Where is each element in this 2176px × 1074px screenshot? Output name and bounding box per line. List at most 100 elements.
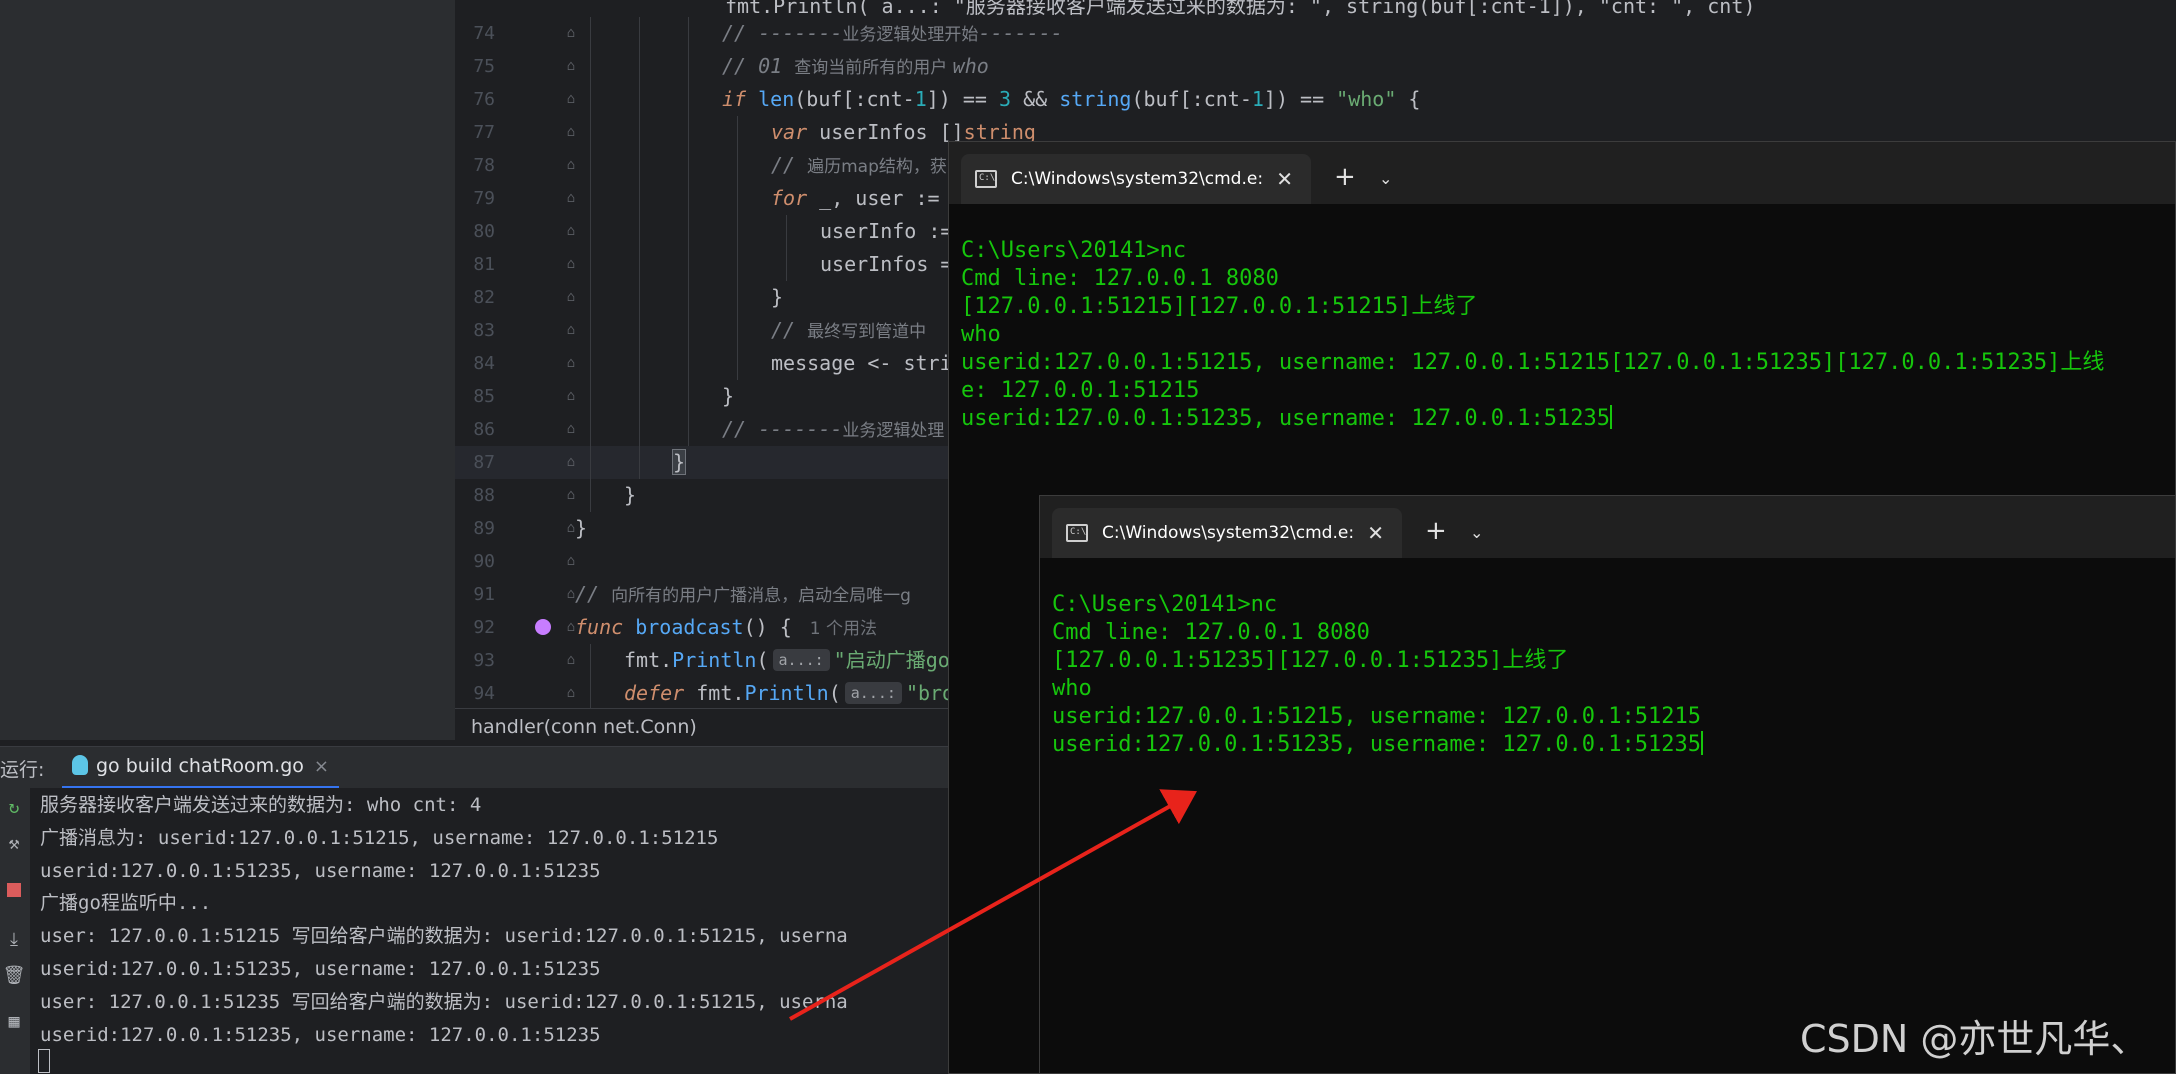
indent-guide (639, 314, 640, 347)
line-number: 90 (473, 551, 495, 572)
code-text: // -------业务逻辑处理开始------- (722, 21, 1063, 45)
stop-icon[interactable] (2, 878, 26, 902)
fold-icon[interactable]: ⌂ (564, 387, 578, 405)
indent-guide (737, 347, 738, 380)
indent-guide (639, 446, 640, 479)
code-text: } (722, 384, 735, 408)
code-text: userInfos = (820, 252, 953, 276)
indent-guide (688, 116, 689, 149)
line-number: 77 (473, 122, 495, 143)
code-line: 74 ⌂ // -------业务逻辑处理开始------- (455, 17, 2176, 50)
indent-guide (590, 116, 591, 149)
terminal-titlebar: C:\ C:\Windows\system32\cmd.e: ✕ + ⌄ (949, 142, 2175, 204)
layout-icon[interactable]: ▦ (2, 1010, 26, 1034)
implementation-icon[interactable] (535, 619, 551, 635)
fold-icon[interactable]: ⌂ (564, 255, 578, 273)
terminal-output[interactable]: C:\Users\20141>nc Cmd line: 127.0.0.1 808… (1040, 558, 2175, 1073)
fold-icon[interactable]: ⌂ (564, 156, 578, 174)
indent-guide (590, 314, 591, 347)
line-number: 92 (473, 617, 495, 638)
terminal-cursor (1701, 731, 1704, 755)
indent-guide (737, 116, 738, 149)
line-number: 91 (473, 584, 495, 605)
terminal-tab[interactable]: C:\ C:\Windows\system32\cmd.e: ✕ (961, 154, 1311, 204)
fold-icon[interactable]: ⌂ (564, 57, 578, 75)
close-tab-icon[interactable]: ✕ (1276, 154, 1293, 204)
terminal-line: C:\Users\20141>nc (961, 238, 1187, 263)
code-text: // 遍历map结构，获 (771, 153, 947, 177)
indent-guide (639, 347, 640, 380)
indent-guide (688, 413, 689, 446)
fold-icon[interactable]: ⌂ (564, 24, 578, 42)
indent-guide (590, 347, 591, 380)
indent-guide (590, 281, 591, 314)
indent-guide (688, 248, 689, 281)
line-number: 86 (473, 419, 495, 440)
terminal-line: who (961, 322, 1001, 347)
terminal-line: C:\Users\20141>nc (1052, 592, 1278, 617)
run-tab[interactable]: go build chatRoom.go × (62, 747, 339, 789)
terminal-line: who (1052, 676, 1092, 701)
indent-guide (639, 182, 640, 215)
indent-guide (590, 413, 591, 446)
fold-icon[interactable]: ⌂ (564, 420, 578, 438)
fold-icon[interactable]: ⌂ (564, 651, 578, 669)
fold-icon[interactable]: ⌂ (564, 552, 578, 570)
indent-guide (639, 215, 640, 248)
terminal-line: userid:127.0.0.1:51235, username: 127.0.… (1052, 731, 1704, 757)
fold-icon[interactable]: ⌂ (564, 222, 578, 240)
indent-guide (590, 248, 591, 281)
line-number: 79 (473, 188, 495, 209)
line-number: 82 (473, 287, 495, 308)
fold-icon[interactable]: ⌂ (564, 90, 578, 108)
indent-guide (737, 281, 738, 314)
scroll-to-end-icon[interactable]: ⤓ (2, 928, 26, 952)
console-line: 服务器接收客户端发送过来的数据为: who cnt: 4 (40, 794, 482, 816)
line-number: 80 (473, 221, 495, 242)
code-text: userInfo := (820, 219, 953, 243)
fold-icon[interactable]: ⌂ (564, 453, 578, 471)
console-line: userid:127.0.0.1:51235, username: 127.0.… (40, 958, 601, 980)
code-text: // 向所有的用户广播消息，启动全局唯一g (575, 582, 911, 606)
indent-guide (590, 215, 591, 248)
fold-icon[interactable]: ⌂ (564, 321, 578, 339)
indent-guide (639, 83, 640, 116)
terminal-window-2[interactable]: C:\ C:\Windows\system32\cmd.e: ✕ + ⌄ C:\… (1039, 495, 2176, 1074)
new-tab-icon[interactable]: + (1334, 162, 1356, 192)
terminal-tab[interactable]: C:\ C:\Windows\system32\cmd.e: ✕ (1052, 508, 1402, 558)
project-panel (0, 0, 455, 740)
indent-guide (688, 281, 689, 314)
code-text: // -------业务逻辑处理 (722, 417, 945, 441)
indent-guide (639, 380, 640, 413)
indent-guide (590, 83, 591, 116)
trash-icon[interactable]: 🗑 (2, 964, 26, 988)
indent-guide (688, 83, 689, 116)
fold-icon[interactable]: ⌂ (564, 123, 578, 141)
line-number: 85 (473, 386, 495, 407)
line-number: 87 (473, 452, 495, 473)
line-number: 81 (473, 254, 495, 275)
close-tab-icon[interactable]: ✕ (1367, 508, 1384, 558)
close-icon[interactable]: × (314, 756, 329, 777)
indent-guide (688, 149, 689, 182)
terminal-line: [127.0.0.1:51215][127.0.0.1:51215]上线了 (961, 294, 1478, 319)
fold-icon[interactable]: ⌂ (564, 288, 578, 306)
line-number: 88 (473, 485, 495, 506)
fold-icon[interactable]: ⌂ (564, 354, 578, 372)
terminal-line: Cmd line: 127.0.0.1 8080 (961, 266, 1279, 291)
new-tab-icon[interactable]: + (1425, 516, 1447, 546)
terminal-line: userid:127.0.0.1:51215, username: 127.0.… (1052, 704, 1702, 729)
code-text: if len(buf[:cnt-1]) == 3 && string(buf[:… (722, 87, 1421, 111)
code-text: } (575, 516, 588, 540)
fold-icon[interactable]: ⌂ (564, 189, 578, 207)
chevron-down-icon[interactable]: ⌄ (1470, 518, 1483, 548)
chevron-down-icon[interactable]: ⌄ (1379, 164, 1392, 194)
rerun-icon[interactable]: ↻ (2, 796, 26, 820)
indent-guide (786, 215, 787, 248)
console-line: user: 127.0.0.1:51215 写回给客户端的数据为: userid… (40, 925, 848, 948)
code-text: defer fmt.Println(a...: "broa (624, 681, 967, 705)
fold-icon[interactable]: ⌂ (564, 684, 578, 702)
wrench-icon[interactable]: ⚒ (2, 832, 26, 856)
indent-guide (639, 116, 640, 149)
fold-icon[interactable]: ⌂ (564, 486, 578, 504)
